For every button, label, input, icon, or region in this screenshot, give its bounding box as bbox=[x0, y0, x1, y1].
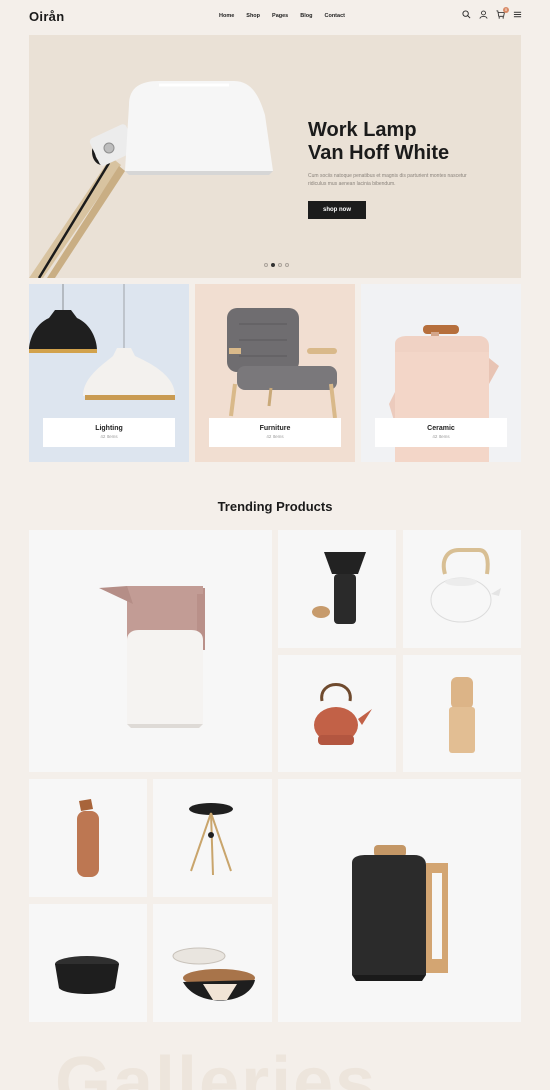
wooden-bottle-image bbox=[77, 799, 99, 877]
work-lamp-image bbox=[29, 81, 273, 278]
category-ceramic[interactable]: Ceramic 42 Items bbox=[361, 284, 521, 462]
nav-pages[interactable]: Pages bbox=[272, 13, 288, 19]
terracotta-teapot-image bbox=[314, 683, 372, 745]
product-card-bowl-set[interactable] bbox=[153, 904, 272, 1022]
main-nav: Home Shop Pages Blog Contact bbox=[219, 13, 345, 19]
category-count: 42 Items bbox=[266, 434, 284, 439]
category-count: 42 Items bbox=[100, 434, 118, 439]
category-label: Lighting 42 Items bbox=[43, 418, 175, 447]
slider-dots bbox=[264, 263, 289, 267]
category-label: Furniture 42 Items bbox=[209, 418, 341, 447]
nav-contact[interactable]: Contact bbox=[324, 13, 344, 19]
white-kettle-image bbox=[430, 548, 501, 623]
bowl-set-image bbox=[172, 947, 255, 1001]
menu-icon[interactable] bbox=[513, 10, 522, 19]
header-icons: 0 bbox=[462, 7, 522, 19]
side-table-image bbox=[189, 803, 233, 876]
slider-dot[interactable] bbox=[278, 263, 282, 267]
cart-button[interactable]: 0 bbox=[496, 7, 509, 19]
slider-dot-active[interactable] bbox=[271, 263, 275, 267]
hero-title-line2: Van Hoff White bbox=[308, 142, 450, 164]
slider-dot[interactable] bbox=[285, 263, 289, 267]
nav-blog[interactable]: Blog bbox=[300, 13, 312, 19]
product-card-white-kettle[interactable] bbox=[403, 530, 521, 648]
product-card-coffee-dripper[interactable] bbox=[278, 530, 396, 648]
category-lighting[interactable]: Lighting 42 Items bbox=[29, 284, 189, 462]
category-count: 42 Items bbox=[432, 434, 450, 439]
user-icon[interactable] bbox=[479, 10, 488, 19]
hero-subtitle: Cum sociis natoque penatibus et magnis d… bbox=[308, 173, 467, 187]
category-label: Ceramic 42 Items bbox=[375, 418, 507, 447]
product-card-black-bowl[interactable] bbox=[29, 904, 147, 1022]
logo[interactable]: Oirån bbox=[29, 9, 64, 24]
product-card-wooden-grinder[interactable] bbox=[403, 655, 521, 772]
category-name: Furniture bbox=[259, 425, 291, 432]
hero-title-line1: Work Lamp bbox=[308, 119, 417, 141]
wooden-grinder-image bbox=[449, 677, 475, 753]
product-card-pitcher[interactable] bbox=[29, 530, 272, 772]
slider-dot[interactable] bbox=[264, 263, 268, 267]
black-bowl-image bbox=[55, 956, 119, 994]
black-dripper-image bbox=[312, 552, 366, 624]
nav-shop[interactable]: Shop bbox=[246, 13, 260, 19]
site-header: Oirån Home Shop Pages Blog Contact 0 bbox=[0, 0, 550, 34]
cart-badge: 0 bbox=[503, 7, 509, 13]
french-press-image bbox=[352, 845, 448, 981]
product-card-french-press[interactable] bbox=[278, 779, 521, 1022]
shop-now-button[interactable]: shop now bbox=[308, 201, 366, 219]
category-furniture[interactable]: Furniture 42 Items bbox=[195, 284, 355, 462]
product-card-side-table[interactable] bbox=[153, 779, 272, 897]
galleries-heading: Galleries bbox=[55, 1043, 378, 1090]
product-card-teapot[interactable] bbox=[278, 655, 396, 772]
nav-home[interactable]: Home bbox=[219, 13, 234, 19]
hero-title: Work Lamp Van Hoff White bbox=[308, 119, 508, 165]
category-name: Lighting bbox=[95, 425, 123, 432]
product-card-bottle[interactable] bbox=[29, 779, 147, 897]
section-title-trending: Trending Products bbox=[217, 499, 333, 514]
category-name: Ceramic bbox=[427, 425, 455, 432]
pink-pitcher-image bbox=[99, 586, 205, 728]
search-icon[interactable] bbox=[462, 10, 471, 19]
hero-banner: Work Lamp Van Hoff White Cum sociis nato… bbox=[29, 35, 521, 278]
